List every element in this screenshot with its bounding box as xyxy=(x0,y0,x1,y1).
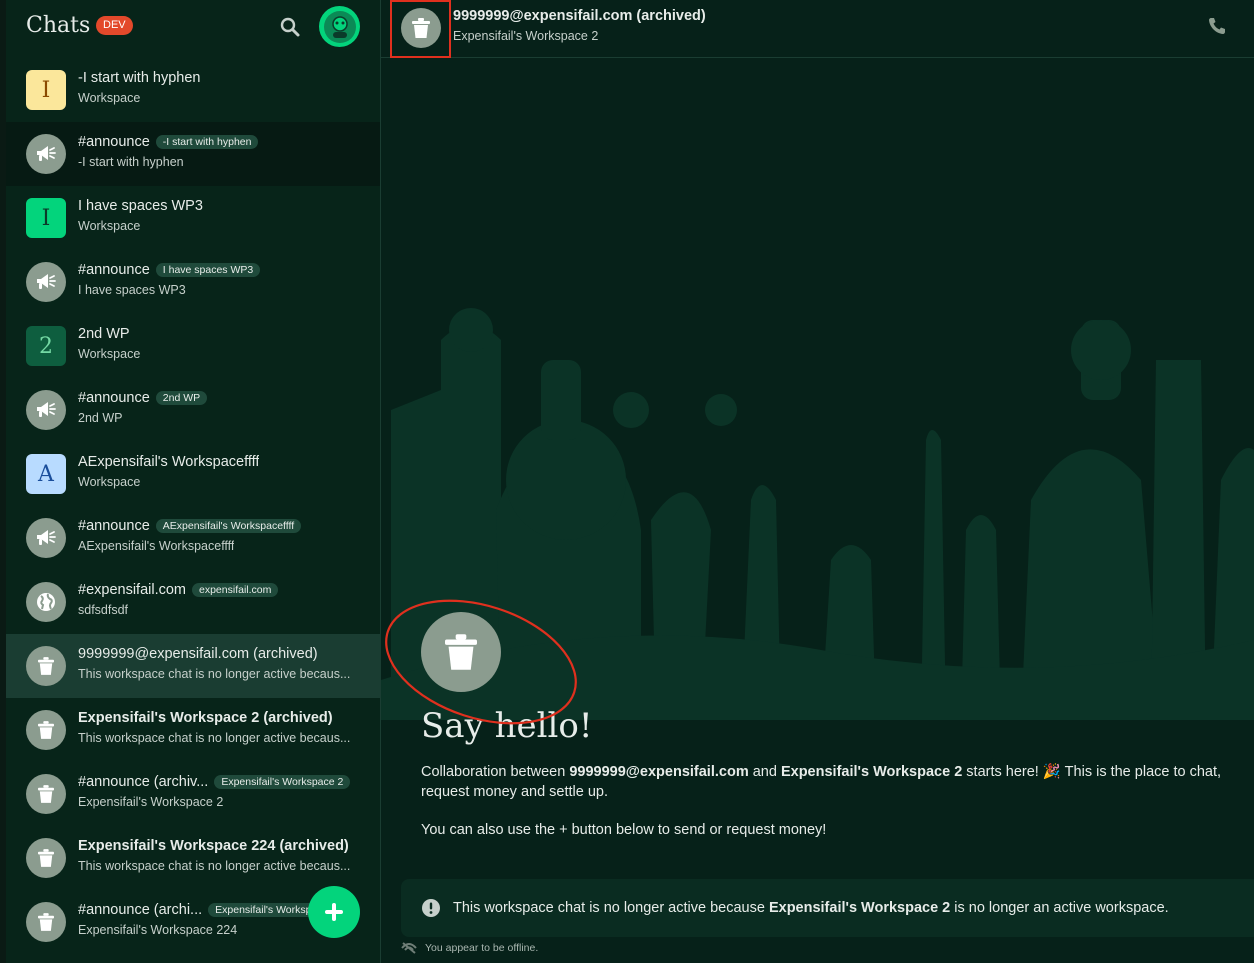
megaphone-icon xyxy=(26,390,66,430)
chat-list-item[interactable]: A AExpensifail's Workspaceffff Workspace xyxy=(6,442,380,506)
chat-preview: Workspace xyxy=(78,347,141,361)
phone-icon[interactable] xyxy=(1207,16,1227,36)
chat-name: 2nd WP xyxy=(78,326,130,342)
chat-list-item[interactable]: Expensifail's Workspace 224 (archived) Th… xyxy=(6,826,380,890)
chat-list-item[interactable]: #announce AExpensifail's Workspaceffff AEx… xyxy=(6,506,380,570)
chat-name-text: #announce xyxy=(78,262,150,278)
dev-badge: DEV xyxy=(96,16,133,35)
chat-name-text: #announce (archiv... xyxy=(78,774,209,790)
chat-name: #expensifail.com expensifail.com xyxy=(78,582,279,598)
offline-icon xyxy=(401,942,417,954)
workspace-avatar: 2 xyxy=(26,326,66,366)
trash-icon xyxy=(26,710,66,750)
sidebar-title: Chats xyxy=(26,13,91,38)
chat-name-text: -I start with hyphen xyxy=(78,70,201,86)
report-title[interactable]: 9999999@expensifail.com (archived) xyxy=(453,8,706,24)
search-icon[interactable] xyxy=(278,15,302,39)
chat-preview: AExpensifail's Workspaceffff xyxy=(78,539,235,553)
report-header: 9999999@expensifail.com (archived) Expen… xyxy=(381,0,1254,58)
chat-name-text: 2nd WP xyxy=(78,326,130,342)
chat-name-text: #expensifail.com xyxy=(78,582,186,598)
chat-preview: sdfsdfsdf xyxy=(78,603,129,617)
chat-list-item[interactable]: I -I start with hyphen Workspace xyxy=(6,58,380,122)
workspace-tag: -I start with hyphen xyxy=(155,135,259,149)
sidebar: Chats DEV I -I start with hyphen Workspace… xyxy=(6,0,380,963)
offline-text: You appear to be offline. xyxy=(425,942,539,954)
plus-icon xyxy=(325,903,343,921)
trash-icon xyxy=(26,646,66,686)
chat-preview: This workspace chat is no longer active … xyxy=(78,731,351,745)
chat-preview: -I start with hyphen xyxy=(78,155,184,169)
megaphone-icon xyxy=(26,262,66,302)
chat-name-text: AExpensifail's Workspaceffff xyxy=(78,454,260,470)
trash-icon xyxy=(26,902,66,942)
chat-name: #announce 2nd WP xyxy=(78,390,208,406)
new-chat-fab-button[interactable] xyxy=(308,886,360,938)
chat-name-text: #announce xyxy=(78,390,150,406)
megaphone-icon xyxy=(26,518,66,558)
exclamation-icon xyxy=(422,899,440,917)
archived-notice: This workspace chat is no longer active … xyxy=(401,879,1254,937)
chat-name-text: #announce xyxy=(78,518,150,534)
chat-preview: This workspace chat is no longer active … xyxy=(78,859,351,873)
workspace-tag: 2nd WP xyxy=(155,391,208,405)
chat-name-text: #announce xyxy=(78,134,150,150)
chat-preview: Expensifail's Workspace 224 xyxy=(78,923,238,937)
chat-preview: This workspace chat is no longer active … xyxy=(78,667,351,681)
chat-list-item[interactable]: 2 2nd WP Workspace xyxy=(6,314,380,378)
trash-icon xyxy=(26,838,66,878)
chat-list-item[interactable]: 9999999@expensifail.com (archived) This w… xyxy=(6,634,380,698)
welcome-message: Collaboration between 9999999@expensifai… xyxy=(421,764,1222,800)
welcome-hint: You can also use the + button below to s… xyxy=(421,822,827,838)
chat-list-item[interactable]: Expensifail's Workspace 2 (archived) This… xyxy=(6,698,380,762)
report-subtitle[interactable]: Expensifail's Workspace 2 xyxy=(453,29,598,43)
sidebar-header: Chats DEV xyxy=(6,0,380,58)
app-window: Chats DEV I -I start with hyphen Workspace… xyxy=(0,0,1254,963)
trash-icon xyxy=(26,774,66,814)
profile-avatar[interactable] xyxy=(319,6,360,47)
workspace-tag: AExpensifail's Workspaceffff xyxy=(155,519,302,533)
chat-list-item[interactable]: #announce -I start with hyphen -I start wi… xyxy=(6,122,380,186)
chat-preview: 2nd WP xyxy=(78,411,123,425)
chat-name: Expensifail's Workspace 224 (archived) xyxy=(78,838,349,854)
offline-indicator: You appear to be offline. xyxy=(401,942,538,954)
chat-preview: Workspace xyxy=(78,91,141,105)
chat-name: #announce I have spaces WP3 xyxy=(78,262,261,278)
workspace-avatar: I xyxy=(26,70,66,110)
chat-preview: Expensifail's Workspace 2 xyxy=(78,795,224,809)
globe-icon xyxy=(26,582,66,622)
chat-name-text: Expensifail's Workspace 224 (archived) xyxy=(78,838,349,854)
chat-name: #announce (archiv... Expensifail's Worksp… xyxy=(78,774,351,790)
chat-list-item[interactable]: I I have spaces WP3 Workspace xyxy=(6,186,380,250)
workspace-tag: I have spaces WP3 xyxy=(155,263,261,277)
chat-name-text: I have spaces WP3 xyxy=(78,198,203,214)
report-pane: 9999999@expensifail.com (archived) Expen… xyxy=(381,0,1254,963)
chat-name: -I start with hyphen xyxy=(78,70,201,86)
chat-name-text: #announce (archi... xyxy=(78,902,203,918)
workspace-tag: Expensifail's Workspace 2 xyxy=(214,775,351,789)
archived-notice-text: This workspace chat is no longer active … xyxy=(453,900,1169,916)
chat-name: I have spaces WP3 xyxy=(78,198,203,214)
workspace-avatar: A xyxy=(26,454,66,494)
workspace-avatar: I xyxy=(26,198,66,238)
chat-name: #announce AExpensifail's Workspaceffff xyxy=(78,518,302,534)
chat-name-text: 9999999@expensifail.com (archived) xyxy=(78,646,318,662)
chat-name: Expensifail's Workspace 2 (archived) xyxy=(78,710,333,726)
chat-name: 9999999@expensifail.com (archived) xyxy=(78,646,318,662)
chat-preview: Workspace xyxy=(78,219,141,233)
annotation-ellipse xyxy=(385,599,577,725)
chat-name: AExpensifail's Workspaceffff xyxy=(78,454,259,470)
chat-list-item[interactable]: #expensifail.com expensifail.com sdfsdfsdf xyxy=(6,570,380,634)
chat-preview: Workspace xyxy=(78,475,141,489)
chat-list-item[interactable]: #announce I have spaces WP3 I have spaces … xyxy=(6,250,380,314)
chat-list-item[interactable]: #announce (archiv... Expensifail's Worksp… xyxy=(6,762,380,826)
chat-name: #announce -I start with hyphen xyxy=(78,134,259,150)
megaphone-icon xyxy=(26,134,66,174)
workspace-tag: expensifail.com xyxy=(192,583,279,597)
annotation-box xyxy=(390,0,451,58)
chat-list-item[interactable]: #announce 2nd WP 2nd WP xyxy=(6,378,380,442)
chat-name-text: Expensifail's Workspace 2 (archived) xyxy=(78,710,333,726)
chat-preview: I have spaces WP3 xyxy=(78,283,186,297)
